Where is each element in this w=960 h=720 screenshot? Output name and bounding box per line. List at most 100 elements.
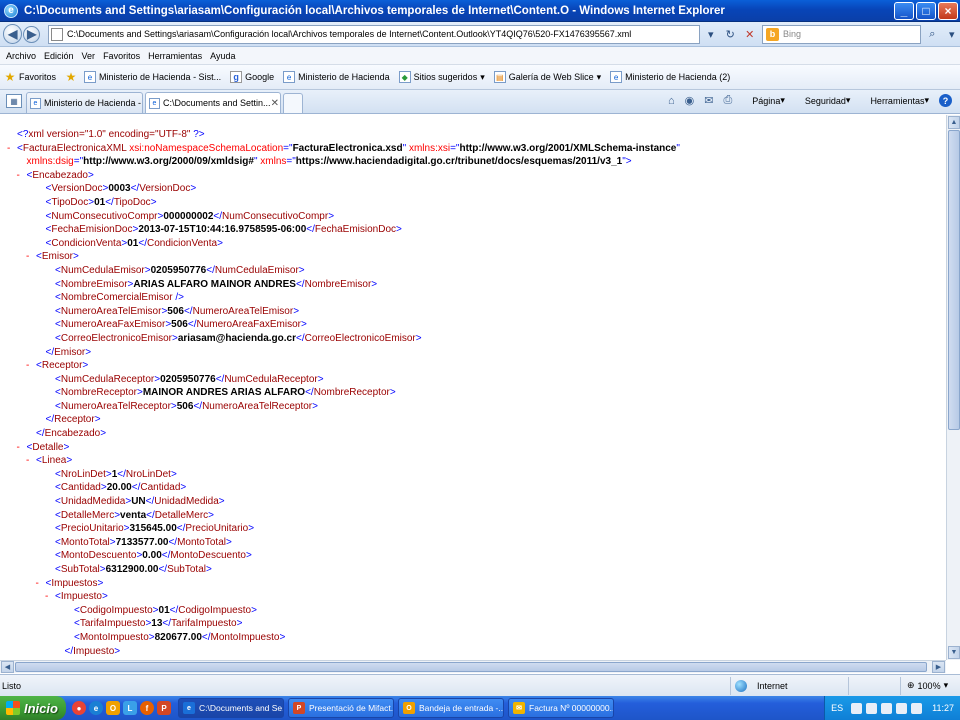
- fav-item-web-slice[interactable]: ▤ Galería de Web Slice ▾: [493, 71, 601, 83]
- add-favorite-button[interactable]: ★: [65, 70, 80, 84]
- xml-line-content: <NumeroAreaFaxEmisor>506</NumeroAreaFaxE…: [55, 319, 307, 331]
- horizontal-scrollbar[interactable]: ◀ ▶: [0, 660, 946, 673]
- menu-ver[interactable]: Ver: [82, 51, 96, 61]
- help-icon[interactable]: ?: [939, 94, 952, 107]
- address-dropdown-icon[interactable]: ▾: [703, 26, 719, 43]
- title-bar[interactable]: e C:\Documents and Settings\ariasam\Conf…: [0, 0, 960, 22]
- ie-icon[interactable]: e: [89, 701, 103, 715]
- xml-line: <NumeroAreaTelEmisor>506</NumeroAreaTelE…: [0, 305, 680, 319]
- address-input[interactable]: C:\Documents and Settings\ariasam\Config…: [48, 24, 700, 44]
- scroll-up-icon[interactable]: ▲: [948, 116, 960, 129]
- favorites-button[interactable]: ★ Favoritos: [4, 70, 56, 84]
- scroll-right-icon[interactable]: ▶: [932, 661, 945, 673]
- fav-item-hacienda[interactable]: e Ministerio de Hacienda: [283, 71, 390, 83]
- xml-line: <NumCedulaReceptor>0205950776</NumCedula…: [0, 373, 680, 387]
- chrome-icon[interactable]: ●: [72, 701, 86, 715]
- security-zone[interactable]: Internet: [730, 676, 848, 695]
- collapse-toggle[interactable]: -: [17, 169, 27, 183]
- xml-line: - <Impuestos>: [0, 577, 680, 591]
- language-indicator[interactable]: ES: [831, 703, 843, 713]
- menu-edicion[interactable]: Edición: [44, 51, 74, 61]
- tray-icon[interactable]: [911, 702, 923, 714]
- lync-icon[interactable]: L: [123, 701, 137, 715]
- system-tray: ES 11:27: [824, 696, 960, 720]
- powerpoint-icon[interactable]: P: [157, 701, 171, 715]
- globe-icon: [735, 679, 747, 692]
- search-icon[interactable]: ⌕: [924, 26, 940, 43]
- xml-line: <NroLinDet>1</NroLinDet>: [0, 468, 680, 482]
- search-input[interactable]: b Bing: [761, 24, 922, 44]
- scroll-down-icon[interactable]: ▼: [948, 646, 960, 659]
- maximize-button[interactable]: □: [916, 1, 936, 20]
- xml-line-content: <Linea>: [36, 455, 73, 467]
- xml-line-content: <NombreEmisor>ARIAS ALFARO MAINOR ANDRES…: [55, 278, 378, 290]
- tray-icon[interactable]: [896, 702, 908, 714]
- tray-icon[interactable]: [866, 702, 878, 714]
- page-icon: e: [84, 71, 97, 83]
- zoom-level[interactable]: ⊕ 100% ▾: [900, 676, 960, 695]
- windows-flag-icon: [6, 701, 20, 715]
- collapse-toggle[interactable]: -: [26, 359, 36, 373]
- collapse-toggle[interactable]: -: [36, 577, 46, 591]
- tools-menu-button[interactable]: Herramientas ▾: [860, 95, 929, 106]
- firefox-icon[interactable]: f: [140, 701, 154, 715]
- fav-item-sitios-sugeridos[interactable]: ◆ Sitios sugeridos ▾: [398, 71, 485, 83]
- quick-launch: ● e O L f P: [72, 701, 174, 715]
- back-button[interactable]: ◀: [3, 24, 23, 44]
- xml-line: <VersionDoc>0003</VersionDoc>: [0, 182, 680, 196]
- page-menu-button[interactable]: Página ▾: [742, 95, 785, 106]
- fav-item-hacienda-2[interactable]: e Ministerio de Hacienda (2): [610, 71, 730, 83]
- vertical-scrollbar[interactable]: ▲ ▼: [946, 115, 960, 660]
- vertical-scroll-thumb[interactable]: [948, 130, 960, 430]
- outlook-icon[interactable]: O: [106, 701, 120, 715]
- mail-icon: ✉: [513, 702, 525, 714]
- tray-icon[interactable]: [881, 702, 893, 714]
- menu-favoritos[interactable]: Favoritos: [103, 51, 140, 61]
- new-tab-button[interactable]: [283, 93, 303, 113]
- search-options-icon[interactable]: ▾: [944, 26, 960, 43]
- feeds-icon[interactable]: ◉: [685, 94, 695, 107]
- collapse-toggle[interactable]: -: [45, 590, 55, 604]
- task-powerpoint[interactable]: P Presentació de Mifact...: [288, 698, 394, 718]
- quick-tabs-icon[interactable]: ▦: [6, 94, 22, 108]
- fav-label: Galería de Web Slice: [508, 72, 594, 82]
- mail-icon[interactable]: ✉: [704, 94, 713, 107]
- task-factura[interactable]: ✉ Factura Nº 00000000...: [508, 698, 614, 718]
- minimize-button[interactable]: _: [894, 1, 914, 20]
- tray-icon[interactable]: [851, 702, 863, 714]
- collapse-toggle[interactable]: -: [7, 142, 17, 156]
- scroll-left-icon[interactable]: ◀: [1, 661, 14, 673]
- xml-line-content: <NumeroAreaTelReceptor>506</NumeroAreaTe…: [55, 400, 318, 412]
- task-outlook[interactable]: O Bandeja de entrada -...: [398, 698, 504, 718]
- close-button[interactable]: ×: [938, 1, 958, 20]
- taskbar: Inicio ● e O L f P e C:\Documents and Se.…: [0, 696, 960, 720]
- home-icon[interactable]: ⌂: [668, 95, 675, 107]
- fav-item-google[interactable]: g Google: [230, 71, 274, 83]
- xml-line: <Cantidad>20.00</Cantidad>: [0, 481, 680, 495]
- menu-herramientas[interactable]: Herramientas: [148, 51, 202, 61]
- start-button[interactable]: Inicio: [0, 696, 66, 720]
- xml-document: <?xml version="1.0" encoding="UTF-8" ?> -…: [0, 128, 680, 658]
- xml-line-content: <CorreoElectronicoEmisor>ariasam@haciend…: [55, 332, 422, 344]
- tab-label: C:\Documents and Settin...: [163, 98, 271, 108]
- security-menu-button[interactable]: Seguridad ▾: [795, 95, 851, 106]
- collapse-toggle[interactable]: -: [17, 441, 27, 455]
- xml-line: <?xml version="1.0" encoding="UTF-8" ?>: [0, 128, 680, 142]
- menu-archivo[interactable]: Archivo: [6, 51, 36, 61]
- print-icon[interactable]: ⎙: [723, 94, 732, 107]
- clock: 11:27: [932, 703, 954, 713]
- status-text: Listo: [2, 680, 22, 691]
- refresh-icon[interactable]: ↻: [722, 26, 738, 43]
- forward-button[interactable]: ▶: [23, 25, 40, 43]
- horizontal-scroll-thumb[interactable]: [15, 662, 927, 672]
- collapse-toggle[interactable]: -: [26, 250, 36, 264]
- xml-line: - <Impuesto>: [0, 590, 680, 604]
- fav-item-hacienda-sist[interactable]: e Ministerio de Hacienda - Sist...: [84, 71, 221, 83]
- collapse-toggle[interactable]: -: [26, 454, 36, 468]
- stop-icon[interactable]: ✕: [741, 26, 757, 43]
- tab-hacienda[interactable]: e Ministerio de Hacienda - Siste...: [26, 92, 143, 113]
- close-tab-icon[interactable]: ✕: [271, 98, 279, 109]
- task-ie[interactable]: e C:\Documents and Se...: [178, 698, 284, 718]
- tab-xml-file[interactable]: e C:\Documents and Settin... ✕: [145, 92, 281, 113]
- menu-ayuda[interactable]: Ayuda: [210, 51, 235, 61]
